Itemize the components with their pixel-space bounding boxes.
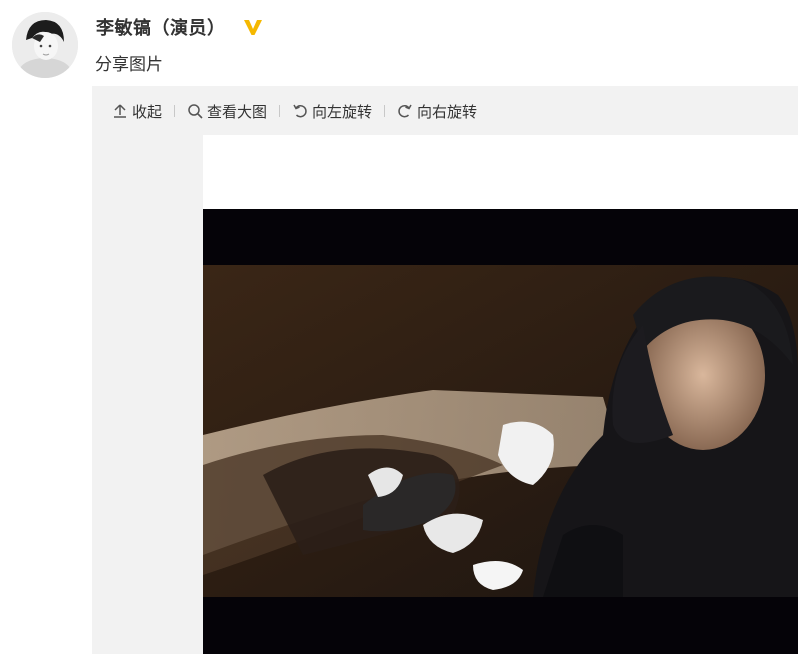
verified-v-icon[interactable] [242,16,264,38]
rotate-left-button[interactable]: 向左旋转 [292,101,372,122]
toolbar-divider [174,105,176,117]
toolbar-divider [279,105,281,117]
avatar[interactable] [12,12,78,78]
magnifier-icon [187,103,203,119]
author-name[interactable]: 李敏镐（演员） [96,14,226,40]
author-row: 李敏镐（演员） [96,14,264,40]
toolbar-divider [384,105,386,117]
image-toolbar: 收起 查看大图 向左旋转 向右旋转 [92,86,798,136]
rotate-right-button[interactable]: 向右旋转 [397,101,477,122]
rotate-right-label: 向右旋转 [417,102,478,121]
post-photo[interactable] [203,135,798,654]
rotate-left-label: 向左旋转 [312,102,373,121]
photo-image [203,135,798,654]
media-panel: 收起 查看大图 向左旋转 向右旋转 [92,86,798,654]
collapse-label: 收起 [132,102,163,121]
arrow-up-icon [112,103,128,119]
rotate-right-icon [397,103,413,119]
rotate-left-icon [292,103,308,119]
view-large-label: 查看大图 [207,102,268,121]
view-large-button[interactable]: 查看大图 [187,101,267,122]
collapse-button[interactable]: 收起 [112,101,162,122]
avatar-image [12,12,78,78]
post-text: 分享图片 [95,55,163,75]
